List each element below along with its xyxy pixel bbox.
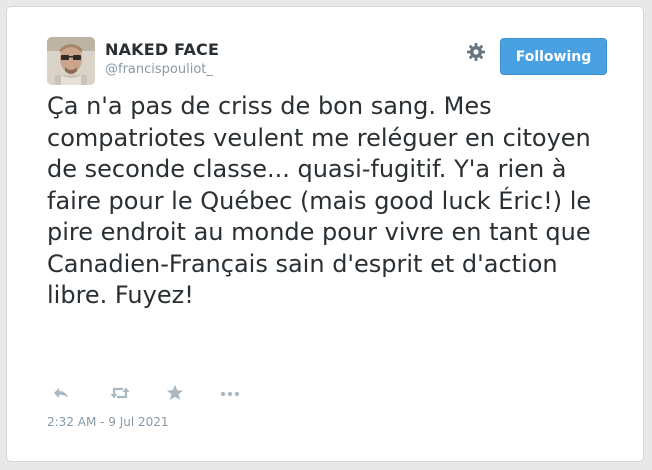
avatar-image: [47, 37, 95, 85]
favorite-icon[interactable]: [165, 383, 187, 403]
retweet-icon[interactable]: [109, 383, 131, 403]
tweet-card: NAKED FACE @francispouliot_ Following Ça…: [6, 6, 644, 462]
gear-icon[interactable]: [466, 42, 486, 62]
following-button[interactable]: Following: [500, 38, 607, 75]
avatar[interactable]: [47, 37, 95, 85]
user-handle[interactable]: @francispouliot_: [105, 62, 213, 77]
more-icon[interactable]: [219, 383, 241, 403]
display-name[interactable]: NAKED FACE: [105, 40, 219, 59]
tweet-timestamp[interactable]: 2:32 AM - 9 Jul 2021: [47, 415, 169, 429]
reply-icon[interactable]: [51, 383, 73, 403]
tweet-text: Ça n'a pas de criss de bon sang. Mes com…: [47, 92, 592, 309]
